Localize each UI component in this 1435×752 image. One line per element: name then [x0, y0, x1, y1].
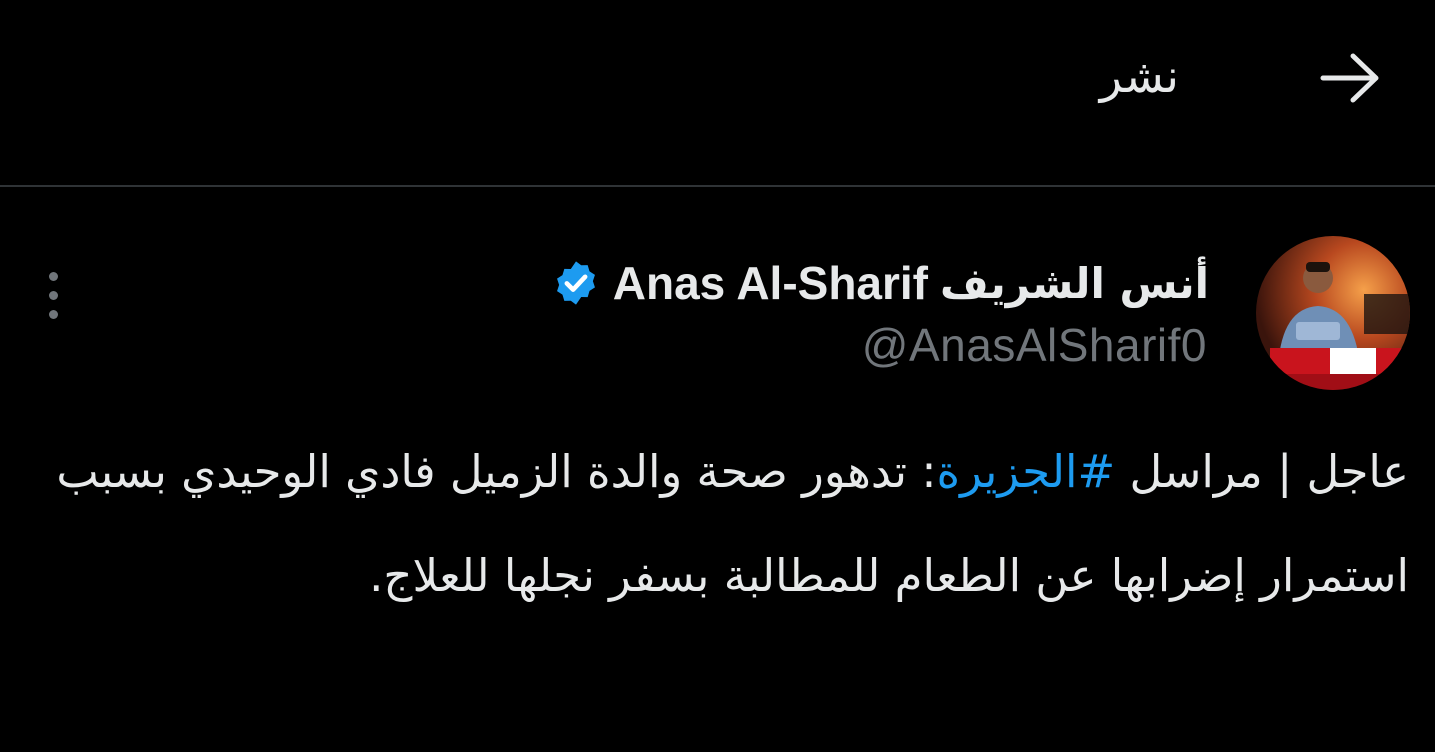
top-bar: نشر	[0, 0, 1435, 185]
page-title: نشر	[1099, 49, 1179, 103]
author-handle[interactable]: @AnasAlSharif0	[862, 318, 1207, 372]
author-name-english[interactable]: Anas Al-Sharif	[613, 256, 928, 310]
avatar[interactable]	[1256, 236, 1410, 390]
post-text-prefix: عاجل | مراسل	[1115, 445, 1409, 498]
more-options-button[interactable]	[30, 264, 76, 326]
more-vertical-icon	[48, 271, 58, 281]
hashtag-link[interactable]: #الجزيرة	[937, 445, 1116, 498]
header-divider	[0, 185, 1435, 187]
author-name-row[interactable]: أنس الشريف Anas Al-Sharif	[551, 248, 1209, 318]
post-text: عاجل | مراسل #الجزيرة: تدهور صحة والدة ا…	[20, 420, 1409, 628]
back-button[interactable]	[1312, 44, 1388, 112]
arrow-right-icon	[1320, 53, 1379, 103]
author-name-arabic[interactable]: أنس الشريف	[940, 259, 1209, 308]
verified-badge-icon	[551, 258, 601, 308]
